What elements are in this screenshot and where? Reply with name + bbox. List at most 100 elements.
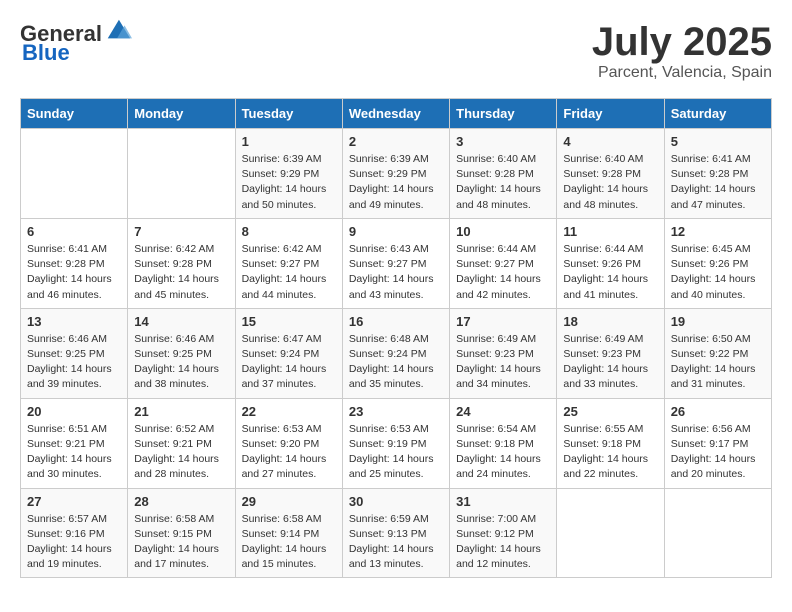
week-row-2: 6 Sunrise: 6:41 AM Sunset: 9:28 PM Daylig… [21,218,772,308]
day-number: 9 [349,224,443,239]
day-cell: 5Sunrise: 6:41 AM Sunset: 9:28 PM Daylig… [664,129,771,219]
day-info: Sunrise: 6:44 AM Sunset: 9:26 PM Dayligh… [563,242,657,303]
day-number: 29 [242,494,336,509]
day-number: 5 [671,134,765,149]
day-info: Sunrise: 6:40 AM Sunset: 9:28 PM Dayligh… [563,152,657,213]
day-number: 7 [134,224,228,239]
day-info: Sunrise: 6:57 AM Sunset: 9:16 PM Dayligh… [27,512,121,573]
day-info: Sunrise: 6:45 AM Sunset: 9:26 PM Dayligh… [671,242,765,303]
day-number: 25 [563,404,657,419]
day-number: 6 [27,224,121,239]
day-cell: 20 Sunrise: 6:51 AM Sunset: 9:21 PM Dayli… [21,398,128,488]
col-header-tuesday: Tuesday [235,99,342,129]
day-info: Sunrise: 6:55 AM Sunset: 9:18 PM Dayligh… [563,422,657,483]
day-cell: 30 Sunrise: 6:59 AM Sunset: 9:13 PM Dayli… [342,488,449,578]
day-cell [664,488,771,578]
col-header-thursday: Thursday [450,99,557,129]
day-info: Sunrise: 6:58 AM Sunset: 9:15 PM Dayligh… [134,512,228,573]
day-number: 14 [134,314,228,329]
calendar-table: SundayMondayTuesdayWednesdayThursdayFrid… [20,98,772,578]
day-info: Sunrise: 6:58 AM Sunset: 9:14 PM Dayligh… [242,512,336,573]
day-cell: 21 Sunrise: 6:52 AM Sunset: 9:21 PM Dayli… [128,398,235,488]
day-cell: 13Sunrise: 6:46 AM Sunset: 9:25 PM Dayli… [21,308,128,398]
day-cell: 8Sunrise: 6:42 AM Sunset: 9:27 PM Daylig… [235,218,342,308]
day-cell: 1Sunrise: 6:39 AM Sunset: 9:29 PM Daylig… [235,129,342,219]
day-number: 2 [349,134,443,149]
col-header-monday: Monday [128,99,235,129]
day-number: 23 [349,404,443,419]
day-number: 28 [134,494,228,509]
col-header-sunday: Sunday [21,99,128,129]
day-cell: 31 Sunrise: 7:00 AM Sunset: 9:12 PM Dayli… [450,488,557,578]
day-number: 17 [456,314,550,329]
day-number: 11 [563,224,657,239]
day-cell: 17 Sunrise: 6:49 AM Sunset: 9:23 PM Dayli… [450,308,557,398]
day-number: 22 [242,404,336,419]
day-info: Sunrise: 6:49 AM Sunset: 9:23 PM Dayligh… [456,332,550,393]
day-cell: 10Sunrise: 6:44 AM Sunset: 9:27 PM Dayli… [450,218,557,308]
day-info: Sunrise: 6:42 AM Sunset: 9:27 PM Dayligh… [242,242,336,303]
day-cell: 7 Sunrise: 6:42 AM Sunset: 9:28 PM Daylig… [128,218,235,308]
logo-blue: Blue [22,40,70,66]
col-header-wednesday: Wednesday [342,99,449,129]
day-info: Sunrise: 6:52 AM Sunset: 9:21 PM Dayligh… [134,422,228,483]
week-row-1: 1 Sunrise: 6:39 AM Sunset: 9:29 PM Daylig… [21,129,772,219]
day-number: 24 [456,404,550,419]
day-info: Sunrise: 6:43 AM Sunset: 9:27 PM Dayligh… [349,242,443,303]
day-info: Sunrise: 6:50 AM Sunset: 9:22 PM Dayligh… [671,332,765,393]
day-number: 30 [349,494,443,509]
calendar-header-row: SundayMondayTuesdayWednesdayThursdayFrid… [21,99,772,129]
week-row-4: 20 Sunrise: 6:51 AM Sunset: 9:21 PM Dayli… [21,398,772,488]
day-cell: 27 Sunrise: 6:57 AM Sunset: 9:16 PM Dayli… [21,488,128,578]
day-cell: 28 Sunrise: 6:58 AM Sunset: 9:15 PM Dayli… [128,488,235,578]
day-info: Sunrise: 6:53 AM Sunset: 9:19 PM Dayligh… [349,422,443,483]
day-number: 1 [242,134,336,149]
day-cell [21,129,128,219]
day-info: Sunrise: 7:00 AM Sunset: 9:12 PM Dayligh… [456,512,550,573]
day-number: 4 [563,134,657,149]
day-cell: 29 Sunrise: 6:58 AM Sunset: 9:14 PM Dayli… [235,488,342,578]
day-cell: 6 Sunrise: 6:41 AM Sunset: 9:28 PM Daylig… [21,218,128,308]
day-cell: 9 Sunrise: 6:43 AM Sunset: 9:27 PM Daylig… [342,218,449,308]
day-info: Sunrise: 6:44 AM Sunset: 9:27 PM Dayligh… [456,242,550,303]
day-number: 20 [27,404,121,419]
day-cell [128,129,235,219]
logo: General Blue [20,20,132,66]
day-cell: 26 Sunrise: 6:56 AM Sunset: 9:17 PM Dayli… [664,398,771,488]
day-info: Sunrise: 6:56 AM Sunset: 9:17 PM Dayligh… [671,422,765,483]
day-cell: 18Sunrise: 6:49 AM Sunset: 9:23 PM Dayli… [557,308,664,398]
day-number: 27 [27,494,121,509]
day-info: Sunrise: 6:46 AM Sunset: 9:25 PM Dayligh… [27,332,121,393]
day-number: 18 [563,314,657,329]
day-info: Sunrise: 6:41 AM Sunset: 9:28 PM Dayligh… [27,242,121,303]
day-number: 3 [456,134,550,149]
day-cell: 11 Sunrise: 6:44 AM Sunset: 9:26 PM Dayli… [557,218,664,308]
day-info: Sunrise: 6:46 AM Sunset: 9:25 PM Dayligh… [134,332,228,393]
logo-icon [104,16,132,44]
day-cell: 23 Sunrise: 6:53 AM Sunset: 9:19 PM Dayli… [342,398,449,488]
day-info: Sunrise: 6:39 AM Sunset: 9:29 PM Dayligh… [349,152,443,213]
day-cell: 22Sunrise: 6:53 AM Sunset: 9:20 PM Dayli… [235,398,342,488]
day-number: 26 [671,404,765,419]
day-number: 16 [349,314,443,329]
day-cell [557,488,664,578]
col-header-friday: Friday [557,99,664,129]
day-cell: 12 Sunrise: 6:45 AM Sunset: 9:26 PM Dayli… [664,218,771,308]
day-cell: 15Sunrise: 6:47 AM Sunset: 9:24 PM Dayli… [235,308,342,398]
title-block: July 2025 Parcent, Valencia, Spain [592,20,772,82]
title-month: July 2025 [592,20,772,64]
day-info: Sunrise: 6:48 AM Sunset: 9:24 PM Dayligh… [349,332,443,393]
day-info: Sunrise: 6:40 AM Sunset: 9:28 PM Dayligh… [456,152,550,213]
day-number: 15 [242,314,336,329]
day-cell: 14 Sunrise: 6:46 AM Sunset: 9:25 PM Dayli… [128,308,235,398]
day-info: Sunrise: 6:51 AM Sunset: 9:21 PM Dayligh… [27,422,121,483]
day-cell: 19 Sunrise: 6:50 AM Sunset: 9:22 PM Dayli… [664,308,771,398]
day-number: 12 [671,224,765,239]
day-cell: 3 Sunrise: 6:40 AM Sunset: 9:28 PM Daylig… [450,129,557,219]
col-header-saturday: Saturday [664,99,771,129]
day-info: Sunrise: 6:59 AM Sunset: 9:13 PM Dayligh… [349,512,443,573]
day-number: 19 [671,314,765,329]
day-info: Sunrise: 6:42 AM Sunset: 9:28 PM Dayligh… [134,242,228,303]
day-number: 21 [134,404,228,419]
day-number: 31 [456,494,550,509]
